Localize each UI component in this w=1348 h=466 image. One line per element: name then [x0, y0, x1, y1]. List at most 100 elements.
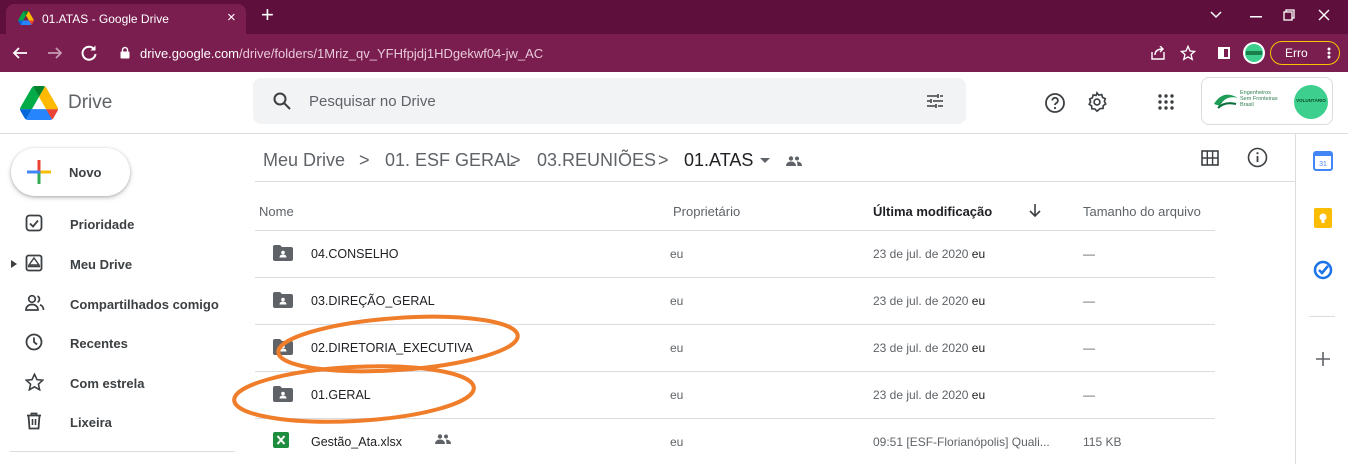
app-title[interactable]: Drive — [68, 92, 112, 114]
expand-arrow-icon[interactable] — [11, 260, 17, 268]
tasks-icon[interactable] — [1313, 260, 1333, 280]
sidebar-item-label: Recentes — [70, 336, 128, 351]
settings-gear-icon[interactable] — [1086, 91, 1108, 113]
shared-folder-people-icon — [786, 156, 802, 166]
sidebar-item-label: Lixeira — [70, 415, 112, 430]
window-close-icon[interactable] — [1318, 9, 1330, 21]
add-addon-plus-icon[interactable] — [1316, 352, 1330, 366]
breadcrumb-separator: > — [510, 150, 521, 170]
shared-folder-icon — [273, 245, 293, 261]
file-modified: 23 de jul. de 2020 eu — [873, 341, 986, 355]
new-tab-button[interactable]: + — [261, 3, 274, 27]
breadcrumb-separator: > — [359, 150, 370, 170]
tab-close-icon[interactable]: × — [227, 10, 236, 26]
file-size: 115 KB — [1083, 435, 1122, 449]
side-panel-icon[interactable] — [1217, 46, 1231, 60]
my-drive-icon — [25, 254, 43, 272]
forward-arrow-icon[interactable] — [47, 45, 63, 61]
panel-divider — [1309, 316, 1335, 317]
profile-error-button[interactable]: Erro — [1270, 41, 1340, 65]
table-row[interactable]: 02.DIRETORIA_EXECUTIVA eu 23 de jul. de … — [255, 325, 1215, 372]
browser-tab[interactable]: 01.ATAS - Google Drive × — [6, 4, 246, 34]
file-size: — — [1083, 294, 1095, 308]
restore-icon[interactable] — [1283, 9, 1295, 21]
new-button[interactable]: Novo — [11, 148, 130, 196]
drive-favicon-icon — [18, 11, 34, 25]
search-bar[interactable]: Pesquisar no Drive — [253, 78, 966, 124]
help-icon[interactable] — [1044, 92, 1066, 114]
lock-icon[interactable] — [120, 46, 130, 59]
table-row[interactable]: 04.CONSELHO eu 23 de jul. de 2020 eu — — [255, 231, 1215, 278]
column-header-owner[interactable]: Proprietário — [673, 204, 740, 219]
bookmark-star-icon[interactable] — [1180, 45, 1196, 61]
back-arrow-icon[interactable] — [12, 45, 28, 61]
file-modified: 23 de jul. de 2020 eu — [873, 247, 986, 261]
breadcrumb-item-reunioes[interactable]: 03.REUNIÕES — [537, 150, 656, 171]
address-bar[interactable]: drive.google.com/drive/folders/1Mriz_qv_… — [140, 46, 543, 61]
account-badge[interactable]: Engenheiros Sem Fronteiras Brasil VOLUNTÁR… — [1201, 77, 1333, 125]
svg-text:31: 31 — [1319, 161, 1327, 168]
table-row[interactable]: Gestão_Ata.xlsx eu 09:51 [ESF-Florianópo… — [255, 419, 1215, 466]
avatar[interactable]: VOLUNTÁRIO — [1294, 85, 1328, 119]
plus-multicolor-icon — [27, 160, 51, 184]
column-header-modified[interactable]: Última modificação — [873, 204, 992, 219]
dropdown-arrow-icon[interactable] — [760, 158, 770, 164]
file-name[interactable]: 01.GERAL — [311, 388, 371, 402]
file-name[interactable]: 02.DIRETORIA_EXECUTIVA — [311, 341, 473, 355]
sidebar-item-lixeira[interactable]: Lixeira — [0, 403, 240, 441]
url-host: drive.google.com — [140, 46, 239, 61]
share-icon[interactable] — [1150, 46, 1166, 60]
sidebar-item-recentes[interactable]: Recentes — [0, 324, 240, 362]
apps-grid-icon[interactable] — [1158, 94, 1174, 110]
column-header-size[interactable]: Tamanho do arquivo — [1083, 204, 1201, 219]
breadcrumb-item-current[interactable]: 01.ATAS — [684, 150, 753, 171]
reload-icon[interactable] — [80, 44, 98, 62]
file-size: — — [1083, 388, 1095, 402]
profile-error-label: Erro — [1285, 46, 1308, 60]
kebab-menu-icon — [1327, 47, 1331, 59]
search-icon[interactable] — [273, 92, 291, 110]
info-icon[interactable] — [1247, 147, 1268, 168]
shared-folder-icon — [273, 339, 293, 355]
file-owner: eu — [670, 435, 684, 449]
file-owner: eu — [670, 341, 684, 355]
sidebar-item-com-estrela[interactable]: Com estrela — [0, 364, 240, 402]
file-size: — — [1083, 341, 1095, 355]
sidebar-item-label: Meu Drive — [70, 257, 133, 272]
file-owner: eu — [670, 247, 684, 261]
esf-logo-icon — [1214, 94, 1238, 109]
drive-header: Drive Pesquisar no Drive Engenheiros Sem … — [0, 72, 1348, 134]
sidebar-item-meu-drive[interactable]: Meu Drive — [0, 245, 240, 283]
breadcrumb-divider — [255, 181, 1295, 182]
search-input[interactable]: Pesquisar no Drive — [309, 93, 436, 110]
keep-notes-icon[interactable] — [1314, 208, 1332, 228]
profile-avatar-icon[interactable] — [1242, 41, 1266, 65]
breadcrumb-separator: > — [658, 150, 669, 170]
file-modified: 09:51 [ESF-Florianópolis] Quali... — [873, 435, 1050, 449]
org-name: Engenheiros Sem Fronteiras Brasil — [1240, 90, 1278, 108]
file-name[interactable]: 03.DIREÇÃO_GERAL — [311, 294, 435, 308]
grid-view-icon[interactable] — [1201, 150, 1219, 166]
file-owner: eu — [670, 294, 684, 308]
sort-descending-arrow-icon[interactable] — [1029, 204, 1041, 218]
shared-folder-icon — [273, 292, 293, 308]
file-name[interactable]: 04.CONSELHO — [311, 247, 399, 261]
table-row[interactable]: 03.DIREÇÃO_GERAL eu 23 de jul. de 2020 e… — [255, 278, 1215, 325]
search-options-icon[interactable] — [926, 92, 944, 110]
drive-logo-icon[interactable] — [20, 86, 58, 120]
table-row[interactable]: 01.GERAL eu 23 de jul. de 2020 eu — — [255, 372, 1215, 419]
url-path: /drive/folders/1Mriz_qv_YFHfpjdj1HDgekwf… — [239, 46, 544, 61]
sidebar-item-prioridade[interactable]: Prioridade — [0, 205, 240, 243]
priority-check-icon — [25, 214, 43, 232]
shared-people-icon — [25, 294, 45, 311]
column-header-name[interactable]: Nome — [259, 204, 294, 219]
file-name[interactable]: Gestão_Ata.xlsx — [311, 435, 402, 449]
sidebar-item-compartilhados[interactable]: Compartilhados comigo — [0, 285, 240, 323]
minimize-icon[interactable] — [1250, 16, 1262, 18]
tab-search-chevron-icon[interactable] — [1210, 11, 1222, 19]
sidebar-item-label: Prioridade — [70, 217, 135, 232]
breadcrumb-item-meu-drive[interactable]: Meu Drive — [263, 150, 345, 171]
file-size: — — [1083, 247, 1095, 261]
calendar-icon[interactable]: 31 — [1313, 151, 1333, 171]
breadcrumb-item-esf-geral[interactable]: 01. ESF GERAL — [385, 150, 516, 171]
